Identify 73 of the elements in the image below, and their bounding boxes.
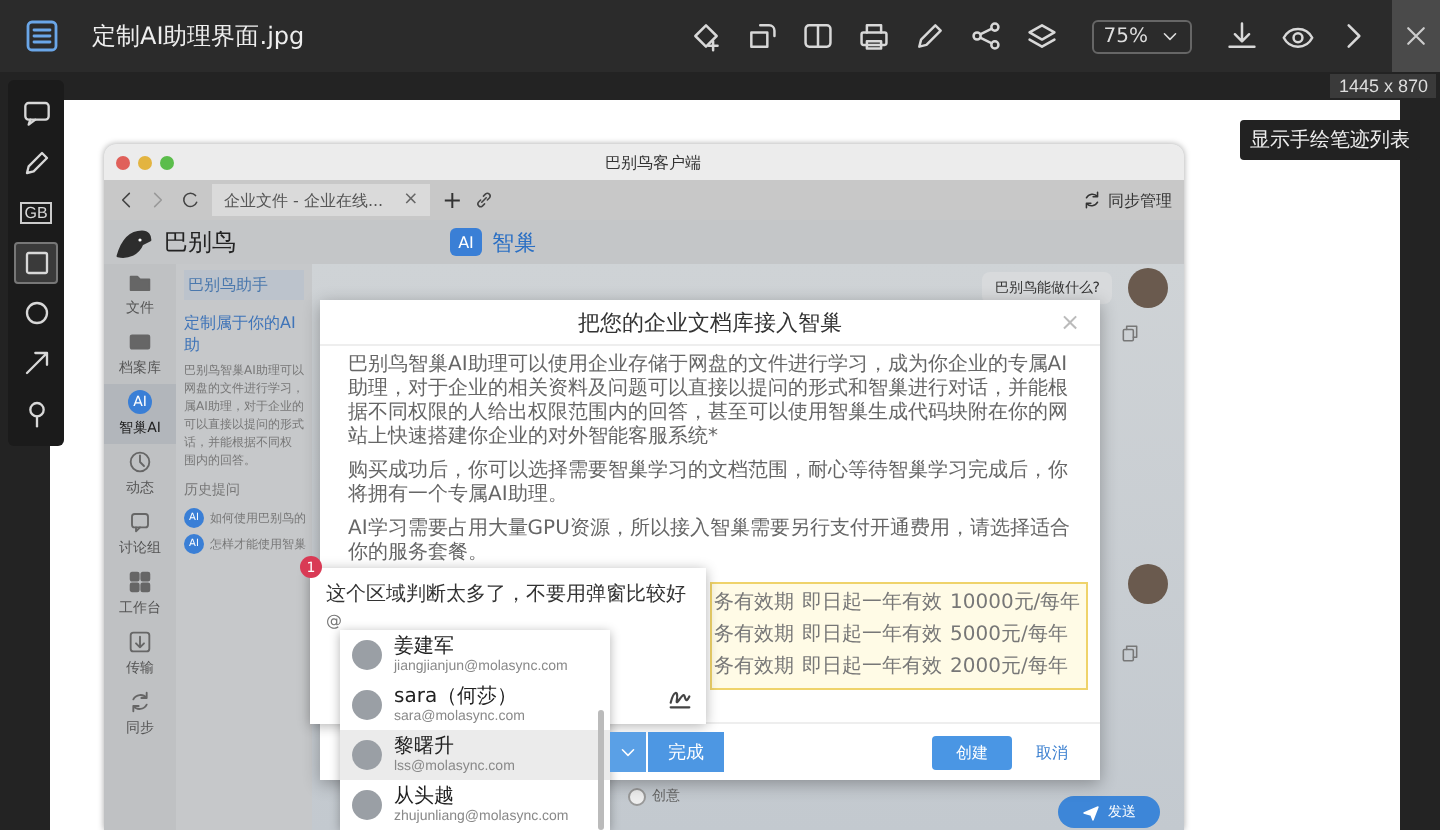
plan-validity: 即日起一年有效	[802, 653, 942, 682]
speech-bubble-icon	[21, 98, 51, 128]
text-tool[interactable]: GB	[14, 192, 58, 234]
share-icon[interactable]	[969, 20, 1002, 52]
link-icon[interactable]	[474, 190, 495, 210]
tab-close-button[interactable]: ×	[403, 190, 419, 210]
transfer-icon	[128, 630, 152, 654]
avatar	[1128, 268, 1168, 308]
copy-icon[interactable]	[1120, 644, 1140, 664]
shape-plus-icon[interactable]	[689, 20, 722, 52]
dialog-paragraph: 巴别鸟智巢AI助理可以使用企业存储于网盘的文件进行学习，成为你企业的专属AI助理，对于企业的相关资料及问题可以直接以提问的形式和智巢进行对话，并能根据不同权限的人给出权限范围内的回答，甚至可以使用智巢生成代码块附在你的网站上快速搭建你企业的对外智能客服系统*	[348, 354, 1070, 450]
plan-price: 2000元/每年	[950, 654, 1068, 682]
sync-icon	[1082, 190, 1102, 210]
user-name: 姜建军	[394, 635, 456, 657]
layers-icon[interactable]	[1025, 20, 1058, 52]
split-view-icon[interactable]	[801, 20, 834, 52]
section-title: 智巢	[492, 227, 536, 257]
dialog-paragraph: AI学习需要占用大量GPU资源，所以接入智巢需要另行支付开通费用，请选择适合你的服务套餐。	[348, 518, 1072, 566]
plan-price: 5000元/每年	[950, 622, 1068, 650]
zoom-dropdown[interactable]: 75%	[1091, 19, 1192, 53]
plan-validity: 即日起一年有效	[802, 589, 942, 618]
new-tab-button[interactable]: +	[442, 186, 463, 214]
download-icon[interactable]	[1226, 20, 1258, 52]
printer-icon[interactable]	[857, 20, 890, 52]
tool-button[interactable]	[14, 242, 58, 284]
folder-icon	[128, 270, 152, 294]
circle-icon	[21, 298, 51, 328]
mention-symbol: @	[326, 612, 344, 630]
dialog-paragraph: 购买成功后，你可以选择需要智巢学习的文档范围，耐心等待智巢学习完成后，你将拥有一个专属AI助理。	[348, 460, 1070, 508]
browser-tab[interactable]: 企业文件 - 企业在线... ×	[212, 184, 431, 216]
plan-term: 务有效期	[714, 621, 794, 650]
assistant-name[interactable]: 巴别鸟助手	[184, 270, 304, 300]
dialog-title: 把您的企业文档库接入智巢	[578, 307, 842, 337]
brand-name: 巴别鸟	[164, 225, 236, 259]
plan-validity: 即日起一年有效	[802, 621, 942, 650]
plan-price: 10000元/每年	[950, 590, 1081, 618]
file-title: 定制AI助理界面.jpg	[92, 19, 305, 53]
pencil-icon[interactable]	[913, 20, 946, 52]
paper-plane-icon	[1082, 803, 1100, 821]
cancel-button[interactable]: 取消	[1032, 735, 1072, 769]
done-button[interactable]: 完成	[648, 732, 724, 772]
avatar	[352, 640, 382, 670]
grid-icon	[128, 570, 152, 594]
close-button[interactable]	[1392, 0, 1440, 72]
sync-icon	[128, 690, 152, 714]
rotate-icon[interactable]	[745, 20, 778, 52]
menu-icon[interactable]	[24, 18, 60, 54]
refresh-icon[interactable]	[180, 190, 200, 210]
plan-term: 务有效期	[714, 653, 794, 682]
avatar	[1128, 564, 1168, 604]
sync-manager-link[interactable]: 同步管理	[1082, 189, 1172, 211]
avatar	[352, 690, 382, 720]
archive-icon	[128, 330, 152, 354]
chat-icon	[128, 510, 152, 534]
app-title: 巴别鸟客户端	[603, 151, 703, 173]
rectangle-icon	[21, 248, 51, 278]
ai-badge: AI	[450, 228, 482, 256]
user-name: 从头越	[394, 785, 456, 807]
user-name: 黎曙升	[394, 735, 456, 757]
assistant-heading: 定制属于你的AI助	[184, 312, 298, 356]
avatar	[352, 740, 382, 770]
arrow-icon	[21, 348, 51, 378]
pencil-icon	[21, 148, 51, 178]
scrollbar[interactable]	[598, 710, 604, 830]
plan-term: 务有效期	[714, 589, 794, 618]
avatar	[352, 790, 382, 820]
close-button[interactable]	[116, 155, 130, 169]
create-button[interactable]: 创建	[932, 735, 1012, 769]
user-name: sara（何莎）	[394, 685, 520, 707]
close-icon	[1402, 22, 1430, 50]
copy-icon[interactable]	[1120, 324, 1140, 344]
image-size-label: 1445 x 870	[1330, 74, 1436, 98]
comment-text: 这个区域判断太多了，不要用弹窗比较好	[326, 581, 688, 608]
